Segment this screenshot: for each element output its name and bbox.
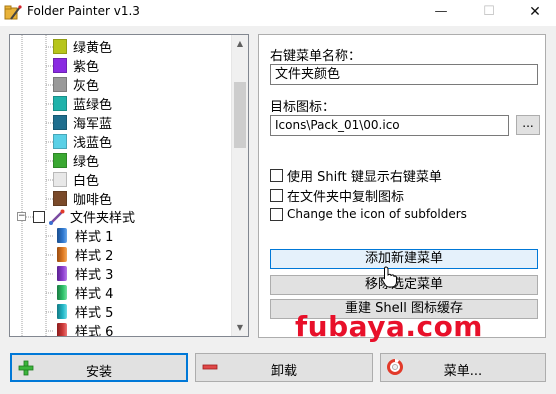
tree-item-label: 绿色 (73, 155, 100, 170)
tree-item-color[interactable]: 咖啡色 (53, 189, 112, 208)
color-swatch-icon (53, 96, 67, 111)
color-swatch-icon (53, 39, 67, 54)
tree-item-label: 样式 3 (75, 268, 114, 283)
folder-style-icon (57, 285, 67, 300)
menu-label: 菜单... (443, 364, 483, 379)
tree-item-label: 蓝绿色 (73, 98, 113, 113)
tree-item-color[interactable]: 紫色 (53, 56, 99, 75)
scroll-thumb[interactable] (234, 82, 246, 148)
tree-item-color[interactable]: 蓝绿色 (53, 94, 112, 113)
tree-item-label: 样式 2 (75, 249, 114, 264)
paint-brush-icon (49, 209, 65, 225)
tree-item-color[interactable]: 绿色 (53, 151, 99, 170)
app-icon (4, 5, 22, 20)
tree-checkbox[interactable] (33, 210, 45, 223)
tree-item-label: 样式 1 (75, 230, 114, 245)
maximize-button[interactable]: ☐ (466, 0, 512, 26)
copy-icon-checkbox[interactable] (270, 189, 283, 202)
close-button[interactable]: ✕ (512, 0, 556, 26)
folder-style-icon (57, 247, 67, 262)
tree-item-label: 灰色 (73, 79, 100, 94)
shift-key-checkbox-row[interactable]: 使用 Shift 键显示右键菜单 (270, 166, 442, 185)
tree-item-label: 海军蓝 (73, 117, 113, 132)
folder-style-icon (57, 266, 67, 281)
checkbox-label: 使用 Shift 键显示右键菜单 (287, 170, 442, 185)
tree-scrollbar[interactable]: ▲ ▼ (231, 35, 248, 336)
color-swatch-icon (53, 115, 67, 130)
menu-name-label: 右键菜单名称： (270, 49, 362, 64)
tree-expander[interactable]: − (17, 212, 26, 221)
uninstall-label: 卸载 (270, 364, 297, 379)
tree-item-style[interactable]: 样式 2 (57, 245, 113, 264)
menu-tree[interactable]: 绿黄色 紫色 灰色 蓝绿色 海军蓝 浅蓝色 绿色 白色 咖啡色 − 文件夹样式 … (9, 34, 249, 337)
menu-button[interactable]: 菜单... (380, 353, 546, 382)
subfolders-checkbox-row[interactable]: Change the icon of subfolders (270, 207, 467, 221)
tree-item-style[interactable]: 样式 6 (57, 321, 114, 337)
tree-item-label: 样式 6 (75, 325, 114, 337)
tree-item-label: 咖啡色 (73, 193, 113, 208)
settings-panel: 右键菜单名称： 文件夹颜色 目标图标： Icons\Pack_01\00.ico… (258, 34, 546, 338)
shift-key-checkbox[interactable] (270, 169, 283, 182)
tree-item-style[interactable]: 样式 1 (57, 226, 113, 245)
tree-item-style[interactable]: 样式 4 (57, 283, 113, 302)
scroll-up-icon[interactable]: ▲ (232, 35, 248, 52)
tree-item-color[interactable]: 白色 (53, 170, 99, 189)
tree-item-label: 样式 5 (75, 306, 114, 321)
checkbox-label: 在文件夹中复制图标 (287, 190, 405, 205)
target-icon-input[interactable]: Icons\Pack_01\00.ico (270, 115, 509, 136)
tree-item-label: 文件夹样式 (70, 211, 136, 226)
tree-item-style[interactable]: 样式 5 (57, 302, 113, 321)
folder-style-icon (57, 228, 67, 243)
title-bar: Folder Painter v1.3 — ☐ ✕ (0, 0, 556, 26)
install-label: 安装 (85, 365, 112, 380)
target-icon-label: 目标图标： (270, 100, 336, 115)
tree-item-color[interactable]: 绿黄色 (53, 37, 112, 56)
window-title: Folder Painter v1.3 (27, 4, 140, 18)
color-swatch-icon (53, 172, 67, 187)
add-menu-button[interactable]: 添加新建菜单 (270, 249, 538, 269)
tree-item-label: 紫色 (73, 60, 100, 75)
tree-item-color[interactable]: 海军蓝 (53, 113, 112, 132)
uninstall-button[interactable]: 卸载 (195, 353, 373, 382)
scroll-down-icon[interactable]: ▼ (232, 319, 248, 336)
minimize-button[interactable]: — (418, 0, 464, 26)
tree-item-label: 样式 4 (75, 287, 114, 302)
color-swatch-icon (53, 153, 67, 168)
hand-cursor-icon (381, 266, 397, 288)
install-button[interactable]: 安装 (10, 353, 188, 382)
browse-button[interactable]: ... (516, 115, 540, 135)
color-swatch-icon (53, 134, 67, 149)
menu-name-input[interactable]: 文件夹颜色 (270, 64, 538, 85)
folder-style-icon (57, 323, 67, 336)
watermark-text: fubaya.com (295, 310, 483, 343)
tree-item-group[interactable]: 文件夹样式 (33, 207, 135, 226)
checkbox-label: Change the icon of subfolders (287, 207, 467, 221)
tree-item-color[interactable]: 浅蓝色 (53, 132, 112, 151)
remove-menu-button[interactable]: 移除选定菜单 (270, 275, 538, 295)
subfolders-checkbox[interactable] (270, 207, 283, 221)
tree-item-label: 白色 (73, 174, 100, 189)
tree-item-label: 绿黄色 (73, 41, 113, 56)
tree-item-color[interactable]: 灰色 (53, 75, 99, 94)
color-swatch-icon (53, 58, 67, 73)
tree-item-label: 浅蓝色 (73, 136, 113, 151)
color-swatch-icon (53, 191, 67, 206)
color-swatch-icon (53, 77, 67, 92)
folder-style-icon (57, 304, 67, 319)
copy-icon-checkbox-row[interactable]: 在文件夹中复制图标 (270, 186, 404, 205)
tree-item-style[interactable]: 样式 3 (57, 264, 113, 283)
